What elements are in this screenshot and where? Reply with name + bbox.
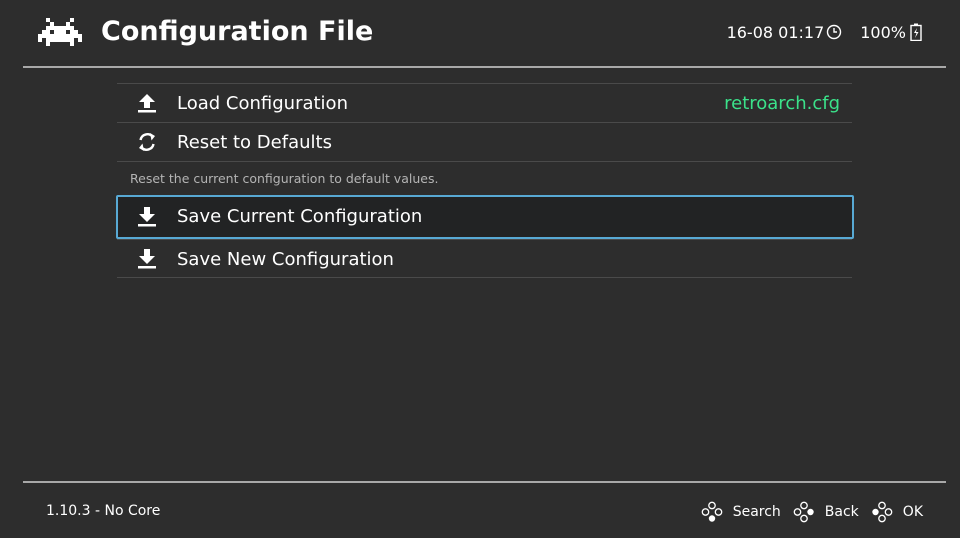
back-action[interactable]: Back bbox=[825, 504, 859, 520]
menu-item-sublabel: Reset the current configuration to defau… bbox=[117, 161, 852, 195]
sublabel-text: Reset the current configuration to defau… bbox=[130, 171, 439, 186]
menu-item-label: Save New Configuration bbox=[177, 249, 394, 270]
footer-divider bbox=[23, 481, 946, 483]
datetime-text: 16-08 01:17 bbox=[726, 22, 825, 42]
gamepad-buttons-icon bbox=[872, 501, 893, 523]
gamepad-buttons-icon bbox=[701, 501, 723, 522]
battery-icon bbox=[910, 23, 922, 41]
ok-action[interactable]: OK bbox=[903, 504, 923, 520]
menu-item-save-new-configuration[interactable]: Save New Configuration bbox=[117, 239, 852, 278]
header: Configuration File 16-08 01:17 100% bbox=[0, 0, 960, 66]
menu-item-reset-to-defaults[interactable]: Reset to Defaults bbox=[117, 122, 852, 161]
settings-menu: Load Configuration retroarch.cfg Reset t… bbox=[116, 83, 854, 278]
menu-item-label: Reset to Defaults bbox=[177, 132, 332, 153]
upload-icon bbox=[138, 94, 156, 113]
retroarch-invader-icon bbox=[38, 18, 82, 46]
menu-item-load-configuration[interactable]: Load Configuration retroarch.cfg bbox=[117, 83, 852, 122]
menu-item-value: retroarch.cfg bbox=[724, 93, 840, 114]
version-text: 1.10.3 - No Core bbox=[46, 503, 161, 519]
footer-actions: Search Back OK bbox=[701, 500, 923, 524]
menu-item-save-current-configuration[interactable]: Save Current Configuration bbox=[116, 195, 854, 239]
refresh-icon bbox=[139, 133, 155, 151]
download-icon bbox=[138, 249, 156, 269]
battery-text: 100% bbox=[860, 22, 906, 42]
status-bar: 16-08 01:17 100% bbox=[727, 20, 922, 44]
header-divider bbox=[23, 66, 946, 68]
menu-item-label: Save Current Configuration bbox=[177, 206, 423, 227]
clock-icon bbox=[827, 24, 842, 40]
gamepad-buttons-icon bbox=[793, 501, 814, 523]
page-title: Configuration File bbox=[101, 16, 374, 47]
search-action[interactable]: Search bbox=[733, 504, 781, 520]
download-icon bbox=[138, 207, 156, 227]
configuration-file-screen: Configuration File 16-08 01:17 100% Load… bbox=[0, 0, 960, 538]
menu-item-label: Load Configuration bbox=[177, 93, 348, 114]
